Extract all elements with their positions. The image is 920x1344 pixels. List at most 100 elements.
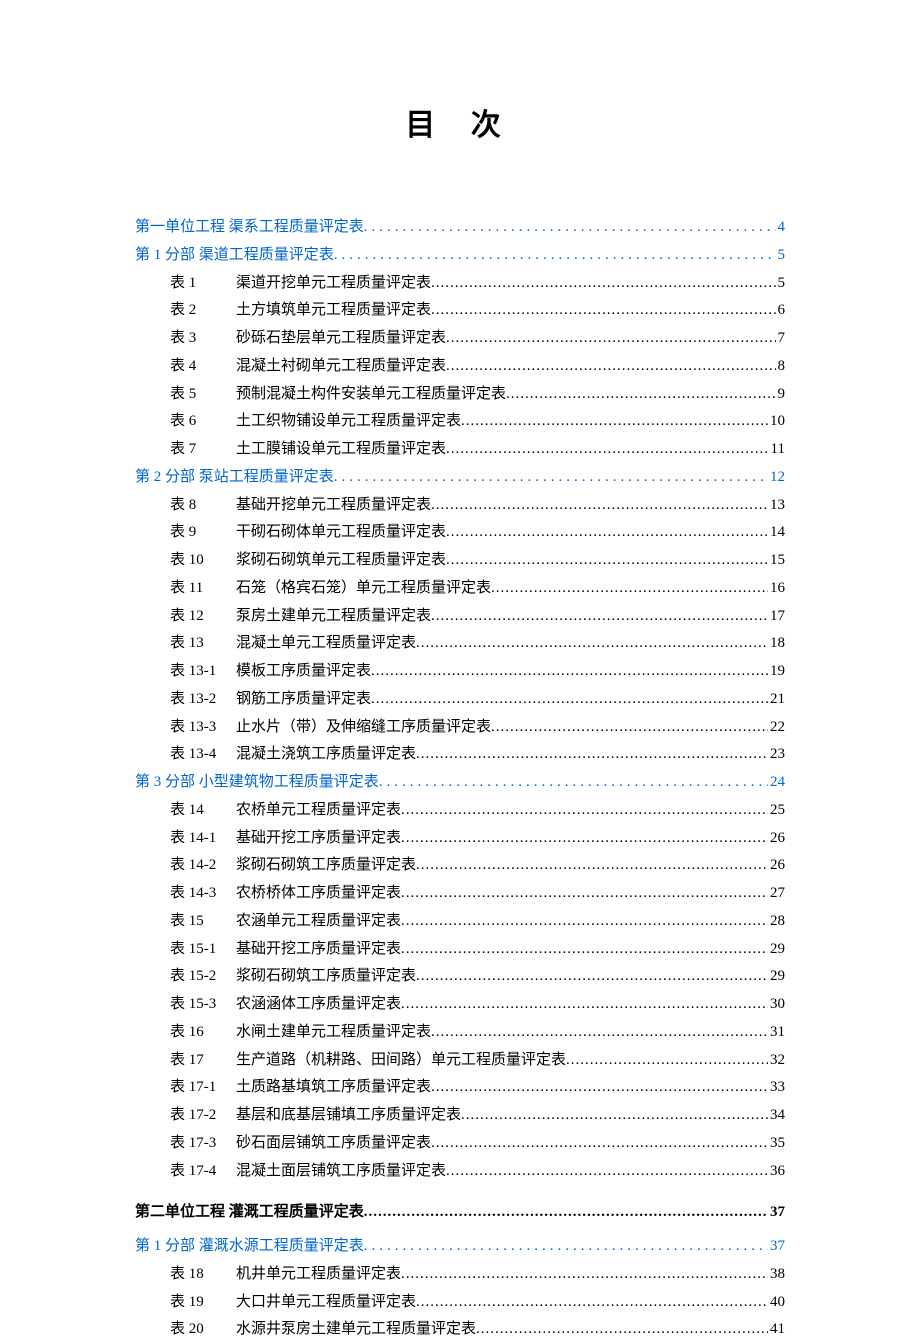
toc-entry[interactable]: 表 7土工膜铺设单元工程质量评定表11 bbox=[135, 436, 785, 464]
toc-entry[interactable]: 表 15-2浆砌石砌筑工序质量评定表29 bbox=[135, 963, 785, 991]
toc-table-title: 干砌石砌体单元工程质量评定表 bbox=[230, 519, 446, 547]
toc-entry[interactable]: 表 13-1模板工序质量评定表19 bbox=[135, 658, 785, 686]
toc-leader bbox=[506, 381, 775, 409]
toc-leader bbox=[401, 936, 768, 964]
toc-table-title: 生产道路（机耕路、田间路）单元工程质量评定表 bbox=[230, 1047, 566, 1075]
toc-entry[interactable]: 表 17-3砂石面层铺筑工序质量评定表35 bbox=[135, 1130, 785, 1158]
toc-page-number: 5 bbox=[776, 270, 786, 298]
toc-table-number: 表 14-3 bbox=[170, 880, 230, 908]
toc-table-title: 农涵单元工程质量评定表 bbox=[230, 908, 401, 936]
toc-leader bbox=[379, 769, 768, 797]
toc-entry[interactable]: 第 2 分部 泵站工程质量评定表12 bbox=[135, 464, 785, 492]
page-title: 目 次 bbox=[135, 100, 785, 144]
toc-page-number: 35 bbox=[768, 1130, 785, 1158]
toc-page-number: 21 bbox=[768, 686, 785, 714]
toc-entry[interactable]: 第 1 分部 渠道工程质量评定表 5 bbox=[135, 242, 785, 270]
toc-page-number: 5 bbox=[776, 242, 786, 270]
toc-table-number: 表 13-1 bbox=[170, 658, 230, 686]
toc-entry[interactable]: 表 6土工织物铺设单元工程质量评定表10 bbox=[135, 408, 785, 436]
toc-table-title: 钢筋工序质量评定表 bbox=[230, 686, 371, 714]
toc-entry[interactable]: 表 13-4混凝土浇筑工序质量评定表23 bbox=[135, 741, 785, 769]
toc-table-number: 表 12 bbox=[170, 603, 230, 631]
toc-entry[interactable]: 表 17-1土质路基填筑工序质量评定表33 bbox=[135, 1074, 785, 1102]
toc-page-number: 8 bbox=[776, 353, 786, 381]
toc-leader bbox=[431, 1019, 768, 1047]
toc-table-title: 水闸土建单元工程质量评定表 bbox=[230, 1019, 431, 1047]
toc-entry[interactable]: 表 14-1基础开挖工序质量评定表26 bbox=[135, 825, 785, 853]
toc-leader bbox=[491, 714, 768, 742]
toc-page-number: 22 bbox=[768, 714, 785, 742]
toc-page-number: 34 bbox=[768, 1102, 785, 1130]
toc-leader bbox=[431, 297, 775, 325]
toc-page-number: 38 bbox=[768, 1261, 785, 1289]
toc-entry[interactable]: 表 9干砌石砌体单元工程质量评定表14 bbox=[135, 519, 785, 547]
toc-table-number: 表 15-3 bbox=[170, 991, 230, 1019]
toc-entry[interactable]: 表 17-2基层和底基层铺填工序质量评定表34 bbox=[135, 1102, 785, 1130]
toc-leader bbox=[334, 242, 776, 270]
toc-entry[interactable]: 表 16水闸土建单元工程质量评定表31 bbox=[135, 1019, 785, 1047]
toc-entry[interactable]: 表 19大口井单元工程质量评定表40 bbox=[135, 1289, 785, 1317]
toc-page-number: 4 bbox=[776, 214, 786, 242]
toc-page-number: 29 bbox=[768, 963, 785, 991]
toc-entry[interactable]: 表 8基础开挖单元工程质量评定表13 bbox=[135, 492, 785, 520]
toc-page-number: 19 bbox=[768, 658, 785, 686]
toc-table-number: 表 3 bbox=[170, 325, 230, 353]
toc-page-number: 26 bbox=[768, 825, 785, 853]
toc-entry[interactable]: 表 2土方填筑单元工程质量评定表6 bbox=[135, 297, 785, 325]
toc-page-number: 29 bbox=[768, 936, 785, 964]
toc-entry[interactable]: 表 13-3止水片（带）及伸缩缝工序质量评定表22 bbox=[135, 714, 785, 742]
toc-table-title: 泵房土建单元工程质量评定表 bbox=[230, 603, 431, 631]
toc-section-label: 第 1 分部 渠道工程质量评定表 bbox=[135, 242, 334, 270]
toc-leader bbox=[446, 1158, 768, 1186]
toc-table-title: 混凝土单元工程质量评定表 bbox=[230, 630, 416, 658]
toc-table-title: 大口井单元工程质量评定表 bbox=[230, 1289, 416, 1317]
toc-page-number: 32 bbox=[768, 1047, 785, 1075]
toc-entry[interactable]: 表 15农涵单元工程质量评定表28 bbox=[135, 908, 785, 936]
toc-entry[interactable]: 表 3砂砾石垫层单元工程质量评定表 7 bbox=[135, 325, 785, 353]
toc-entry[interactable]: 第 3 分部 小型建筑物工程质量评定表24 bbox=[135, 769, 785, 797]
toc-entry[interactable]: 第二单位工程 灌溉工程质量评定表37 bbox=[135, 1199, 785, 1227]
toc-entry[interactable]: 表 17-4混凝土面层铺筑工序质量评定表36 bbox=[135, 1158, 785, 1186]
toc-entry[interactable]: 表 12泵房土建单元工程质量评定表17 bbox=[135, 603, 785, 631]
toc-entry[interactable]: 表 20水源井泵房土建单元工程质量评定表41 bbox=[135, 1316, 785, 1344]
toc-entry[interactable]: 表 17生产道路（机耕路、田间路）单元工程质量评定表 32 bbox=[135, 1047, 785, 1075]
toc-page-number: 7 bbox=[776, 325, 786, 353]
toc-entry[interactable]: 表 11石笼（格宾石笼）单元工程质量评定表16 bbox=[135, 575, 785, 603]
toc-leader bbox=[401, 825, 768, 853]
toc-page-number: 30 bbox=[768, 991, 785, 1019]
toc-entry[interactable]: 表 15-1基础开挖工序质量评定表29 bbox=[135, 936, 785, 964]
toc-entry[interactable]: 表 13混凝土单元工程质量评定表18 bbox=[135, 630, 785, 658]
toc-table-number: 表 14-1 bbox=[170, 825, 230, 853]
toc-table-number: 表 6 bbox=[170, 408, 230, 436]
toc-table-number: 表 1 bbox=[170, 270, 230, 298]
toc-page-number: 27 bbox=[768, 880, 785, 908]
toc-entry[interactable]: 表 5预制混凝土构件安装单元工程质量评定表9 bbox=[135, 381, 785, 409]
toc-page-number: 10 bbox=[768, 408, 785, 436]
toc-table-number: 表 20 bbox=[170, 1316, 230, 1344]
toc-leader bbox=[401, 991, 768, 1019]
toc-entry[interactable]: 表 14农桥单元工程质量评定表25 bbox=[135, 797, 785, 825]
toc-table-title: 砂砾石垫层单元工程质量评定表 bbox=[230, 325, 446, 353]
toc-table-title: 止水片（带）及伸缩缝工序质量评定表 bbox=[230, 714, 491, 742]
toc-entry[interactable]: 第一单位工程 渠系工程质量评定表4 bbox=[135, 214, 785, 242]
toc-entry[interactable]: 表 14-2浆砌石砌筑工序质量评定表26 bbox=[135, 852, 785, 880]
toc-entry[interactable]: 表 13-2钢筋工序质量评定表21 bbox=[135, 686, 785, 714]
toc-entry[interactable]: 表 1渠道开挖单元工程质量评定表5 bbox=[135, 270, 785, 298]
toc-entry[interactable]: 表 10浆砌石砌筑单元工程质量评定表15 bbox=[135, 547, 785, 575]
toc-leader bbox=[401, 1261, 768, 1289]
toc-table-number: 表 9 bbox=[170, 519, 230, 547]
toc-table-number: 表 4 bbox=[170, 353, 230, 381]
toc-table-number: 表 17-4 bbox=[170, 1158, 230, 1186]
toc-leader bbox=[401, 880, 768, 908]
toc-table-number: 表 11 bbox=[170, 575, 230, 603]
toc-table-title: 基础开挖单元工程质量评定表 bbox=[230, 492, 431, 520]
toc-entry[interactable]: 表 18机井单元工程质量评定表38 bbox=[135, 1261, 785, 1289]
toc-entry[interactable]: 表 15-3农涵涵体工序质量评定表30 bbox=[135, 991, 785, 1019]
toc-entry[interactable]: 表 14-3农桥桥体工序质量评定表27 bbox=[135, 880, 785, 908]
toc-entry[interactable]: 第 1 分部 灌溉水源工程质量评定表37 bbox=[135, 1233, 785, 1261]
toc-table-number: 表 17 bbox=[170, 1047, 230, 1075]
toc-leader bbox=[566, 1047, 768, 1075]
toc-leader bbox=[371, 686, 768, 714]
toc-table-title: 预制混凝土构件安装单元工程质量评定表 bbox=[230, 381, 506, 409]
toc-entry[interactable]: 表 4混凝土衬砌单元工程质量评定表8 bbox=[135, 353, 785, 381]
